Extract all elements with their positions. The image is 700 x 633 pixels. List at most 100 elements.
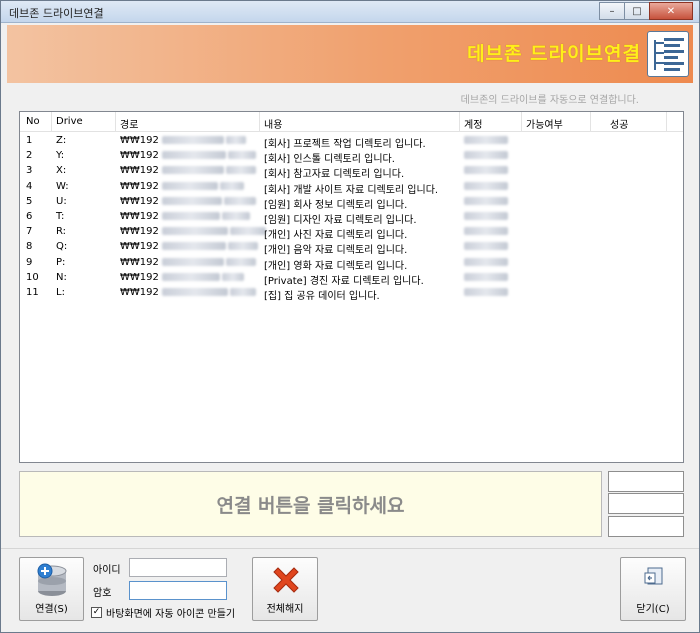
status-panel: 연결 버튼을 클릭하세요 [19,471,602,537]
table-row[interactable]: 2 Y: ₩₩192 [회사] 인스톨 디렉토리 입니다. [20,149,683,166]
banner-title: 데브존 드라이브연결 [467,43,641,65]
connect-button[interactable]: 연결(S) [19,557,84,621]
id-label: 아이디 [93,565,121,576]
cell-path: ₩₩192 [120,181,245,192]
drive-list[interactable]: No Drive 경로 내용 계정 가능여부 성공 1 Z: ₩₩192 [회사] … [19,111,684,463]
red-x-icon [273,567,299,593]
connect-button-label: 연결(S) [35,604,68,615]
password-input[interactable] [129,581,227,600]
table-row[interactable]: 6 T: ₩₩192 [임원] 디자인 자료 디렉토리 입니다. [20,210,683,226]
desktop-shortcut-checkbox[interactable]: ✓ 바탕화면에 자동 아이콘 만들기 [91,605,235,620]
cell-path: ₩₩192 [120,135,247,146]
cell-path: ₩₩192 [120,211,251,222]
cell-account [464,226,508,237]
table-row[interactable]: 5 U: ₩₩192 [임원] 회사 정보 디렉토리 입니다. [20,195,683,211]
cell-drive: Z: [56,135,67,146]
cell-no: 2 [26,150,33,162]
password-label: 암호 [93,588,112,599]
column-header-description[interactable]: 내용 [264,116,282,131]
maximize-button[interactable]: □ [624,2,650,20]
table-row[interactable]: 10 N: ₩₩192 [Private] 경진 자료 디렉토리 입니다. [20,271,683,287]
table-row[interactable]: 11 L: ₩₩192 [집] 집 공유 데이터 입니다. [20,286,683,302]
cell-no: 4 [26,180,33,192]
cell-path: ₩₩192 [120,165,257,176]
cell-account [464,272,508,283]
disconnect-all-label: 전체해지 [266,604,304,615]
table-row[interactable]: 3 X: ₩₩192 [회사] 참고자료 디렉토리 입니다. [20,164,683,181]
cell-no: 6 [26,211,33,222]
title-bar: 데브존 드라이브연결 – □ ✕ [1,1,699,23]
cell-drive: X: [56,165,67,177]
cell-account [464,135,508,146]
close-icon: ✕ [666,5,676,17]
table-row[interactable]: 9 P: ₩₩192 [개인] 영화 자료 디렉토리 입니다. [20,256,683,272]
cell-drive: N: [56,271,67,283]
cell-no: 8 [26,241,33,253]
cell-path: ₩₩192 [120,257,257,268]
cell-no: 3 [26,165,33,177]
cell-description: [회사] 개발 사이트 자료 디렉토리 입니다. [264,184,439,196]
cell-account [464,257,508,268]
list-header: No Drive 경로 내용 계정 가능여부 성공 [20,112,683,132]
cell-drive: Y: [56,150,65,162]
column-header-success[interactable]: 성공 [610,116,628,131]
cell-description: [집] 집 공유 데이터 입니다. [264,291,380,302]
cell-description: [개인] 사진 자료 디렉토리 입니다. [264,230,408,242]
cell-no: 10 [26,271,39,283]
status-box-3 [608,516,684,537]
database-connect-icon [37,563,67,596]
cell-description: [Private] 경진 자료 디렉토리 입니다. [264,275,424,287]
table-row[interactable]: 7 R: ₩₩192 [개인] 사진 자료 디렉토리 입니다. [20,225,683,242]
cell-account [464,287,508,298]
cell-description: [개인] 영화 자료 디렉토리 입니다. [264,260,408,272]
app-window: 데브존 드라이브연결 – □ ✕ 데브존 드라이브연결 데브존의 드라이브를 자… [0,0,700,633]
cell-no: 11 [26,287,39,298]
cell-no: 1 [26,135,33,146]
cell-drive: Q: [56,241,68,253]
divider [1,548,699,549]
cell-drive: R: [56,226,67,238]
cell-drive: P: [56,256,66,268]
column-header-account[interactable]: 계정 [464,116,482,131]
cell-account [464,196,508,207]
cell-account [464,165,508,176]
drive-tree-icon [647,31,689,77]
close-window-button[interactable]: ✕ [649,2,693,20]
status-box-2 [608,493,684,514]
cell-path: ₩₩192 [120,226,267,237]
cell-account [464,211,508,222]
cell-drive: U: [56,195,67,207]
cell-no: 5 [26,195,33,207]
cell-drive: T: [56,211,65,222]
table-row[interactable]: 4 W: ₩₩192 [회사] 개발 사이트 자료 디렉토리 입니다. [20,180,683,196]
window-title: 데브존 드라이브연결 [9,7,104,20]
status-box-1 [608,471,684,492]
cell-path: ₩₩192 [120,150,257,161]
cell-no: 9 [26,256,33,268]
window-controls: – □ ✕ [599,2,693,20]
cell-description: [회사] 인스톨 디렉토리 입니다. [264,154,395,166]
id-input[interactable] [129,558,227,577]
maximize-icon: □ [632,5,642,17]
cell-description: [회사] 참고자료 디렉토리 입니다. [264,169,405,181]
cell-description: [개인] 음악 자료 디렉토리 입니다. [264,245,408,257]
cell-path: ₩₩192 [120,287,257,298]
minimize-icon: – [609,5,615,17]
cell-drive: L: [56,287,65,298]
column-header-drive[interactable]: Drive [56,116,83,127]
column-header-no[interactable]: No [26,116,40,127]
table-row[interactable]: 8 Q: ₩₩192 [개인] 음악 자료 디렉토리 입니다. [20,240,683,257]
column-header-availability[interactable]: 가능여부 [526,116,563,131]
table-row[interactable]: 1 Z: ₩₩192 [회사] 프로젝트 작업 디렉토리 입니다. [20,134,683,150]
close-button[interactable]: 닫기(C) [620,557,686,621]
cell-path: ₩₩192 [120,272,245,283]
header-banner: 데브존 드라이브연결 [7,25,693,83]
cell-path: ₩₩192 [120,241,259,252]
disconnect-all-button[interactable]: 전체해지 [252,557,318,621]
status-message: 연결 버튼을 클릭하세요 [216,494,405,517]
cell-account [464,150,508,161]
cell-description: [임원] 회사 정보 디렉토리 입니다. [264,199,408,211]
column-header-path[interactable]: 경로 [120,116,138,131]
banner-subtitle: 데브존의 드라이브를 자동으로 연결합니다. [460,95,639,106]
minimize-button[interactable]: – [599,2,625,20]
